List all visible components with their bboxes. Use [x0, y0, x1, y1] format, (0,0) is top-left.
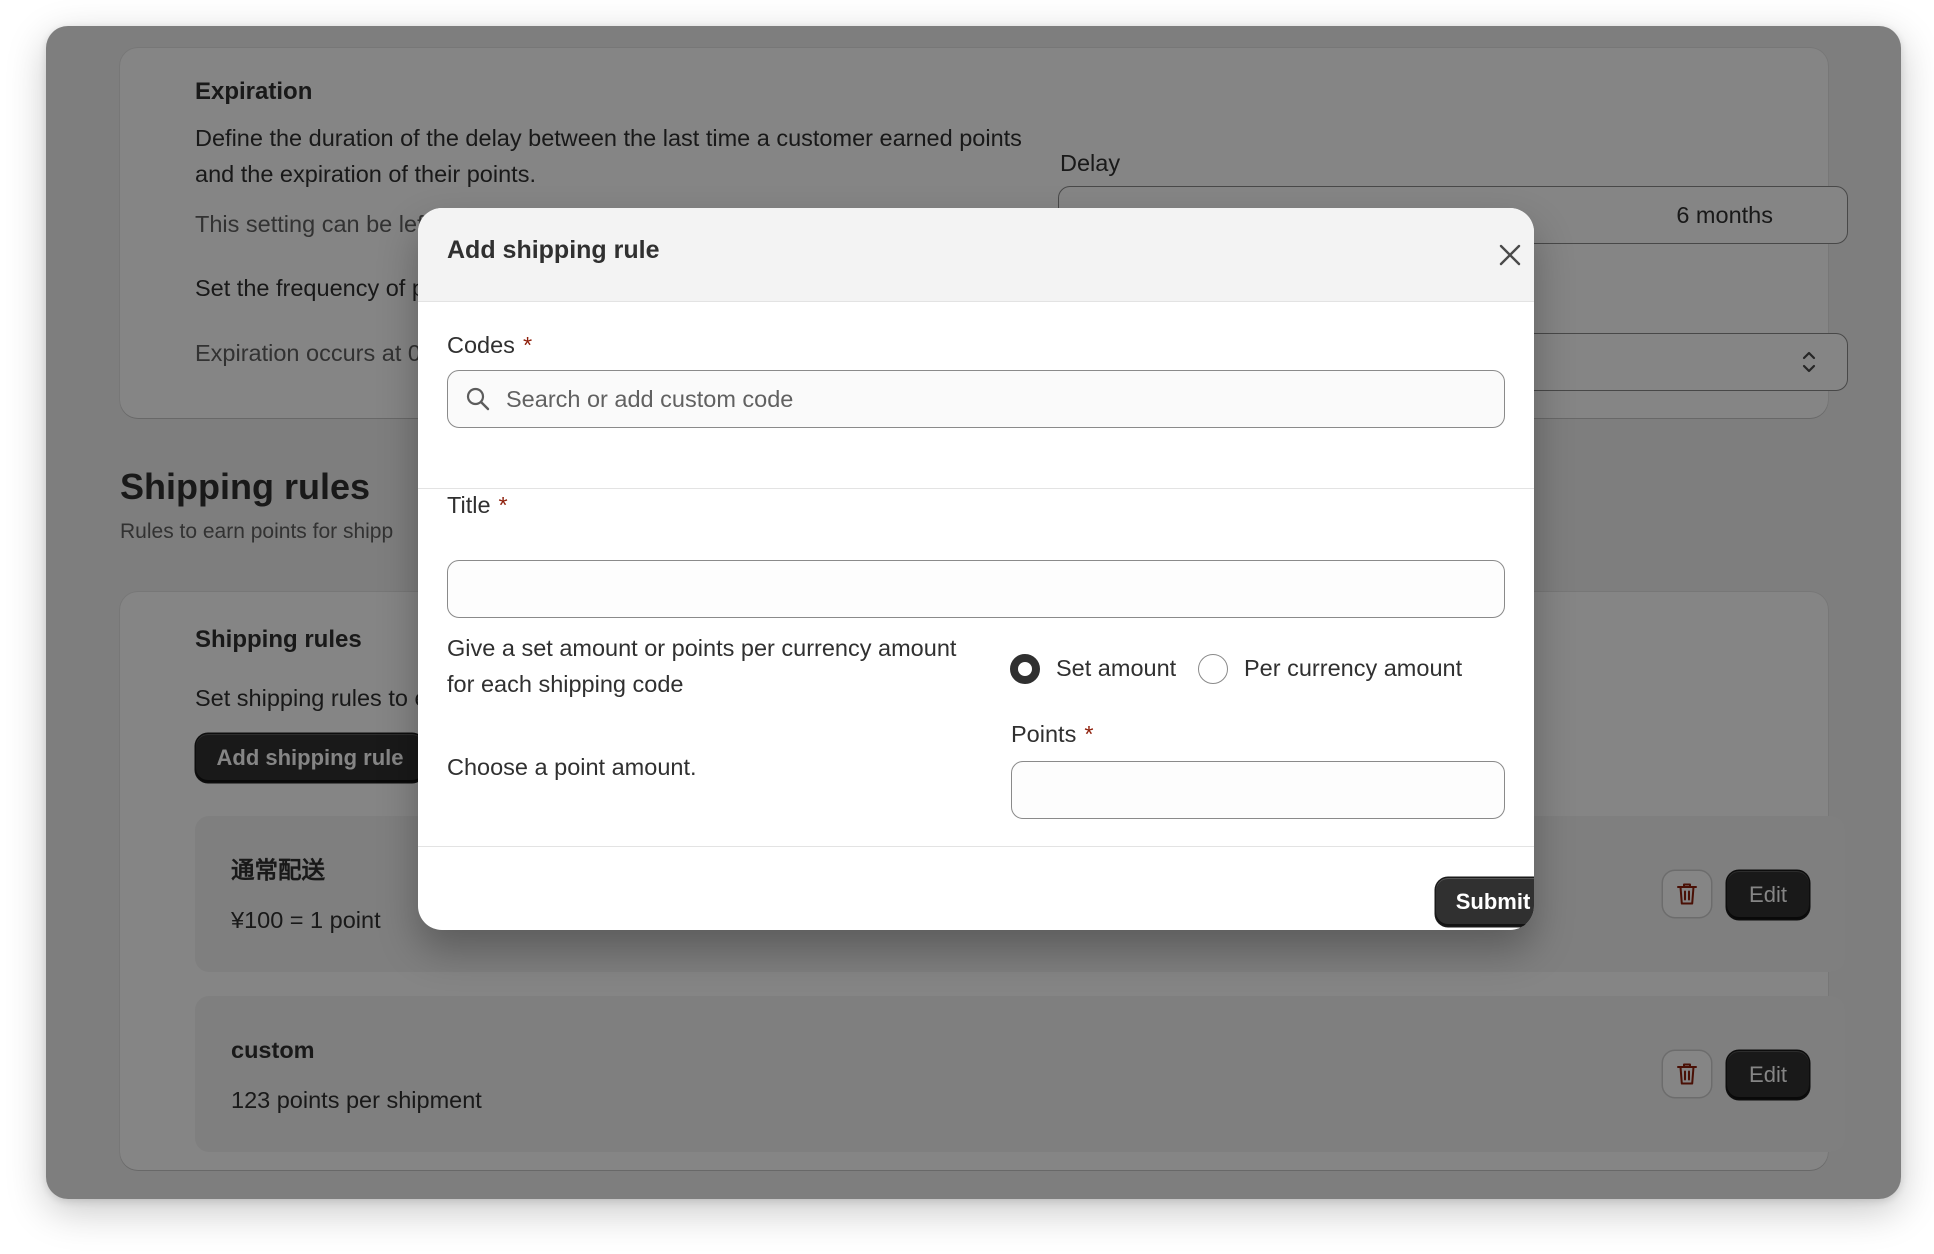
required-marker: * [1084, 721, 1094, 747]
points-input[interactable] [1011, 761, 1505, 819]
required-marker: * [498, 492, 508, 518]
title-field-label: Title * [447, 492, 508, 519]
modal-title: Add shipping rule [447, 236, 660, 264]
title-label-text: Title [447, 492, 491, 518]
amount-help-text: Give a set amount or points per currency… [447, 635, 957, 697]
title-input[interactable] [447, 560, 1505, 618]
submit-button[interactable]: Submit [1436, 878, 1534, 926]
set-amount-label[interactable]: Set amount [1056, 650, 1176, 686]
search-icon [466, 387, 490, 411]
codes-label-text: Codes [447, 332, 515, 358]
close-button[interactable] [1494, 239, 1526, 271]
app-window: Expiration Define the duration of the de… [46, 26, 1901, 1199]
points-label: Points * [1011, 721, 1093, 748]
add-shipping-rule-modal: Add shipping rule Codes * Title * Give a s… [418, 208, 1534, 930]
required-marker: * [522, 332, 533, 358]
points-help-text: Choose a point amount. [447, 754, 697, 780]
set-amount-radio[interactable] [1010, 654, 1040, 684]
codes-search [447, 370, 1505, 428]
per-currency-amount-label[interactable]: Per currency amount [1244, 650, 1462, 686]
codes-search-input[interactable] [447, 370, 1505, 428]
section-divider [418, 488, 1534, 489]
points-label-text: Points [1011, 721, 1077, 747]
per-currency-amount-radio[interactable] [1198, 654, 1228, 684]
close-icon [1499, 244, 1521, 266]
modal-header: Add shipping rule [418, 208, 1534, 302]
footer-divider [418, 846, 1534, 847]
amount-type-radio-group: Set amount Per currency amount [1010, 650, 1510, 690]
codes-label: Codes * [447, 332, 532, 359]
